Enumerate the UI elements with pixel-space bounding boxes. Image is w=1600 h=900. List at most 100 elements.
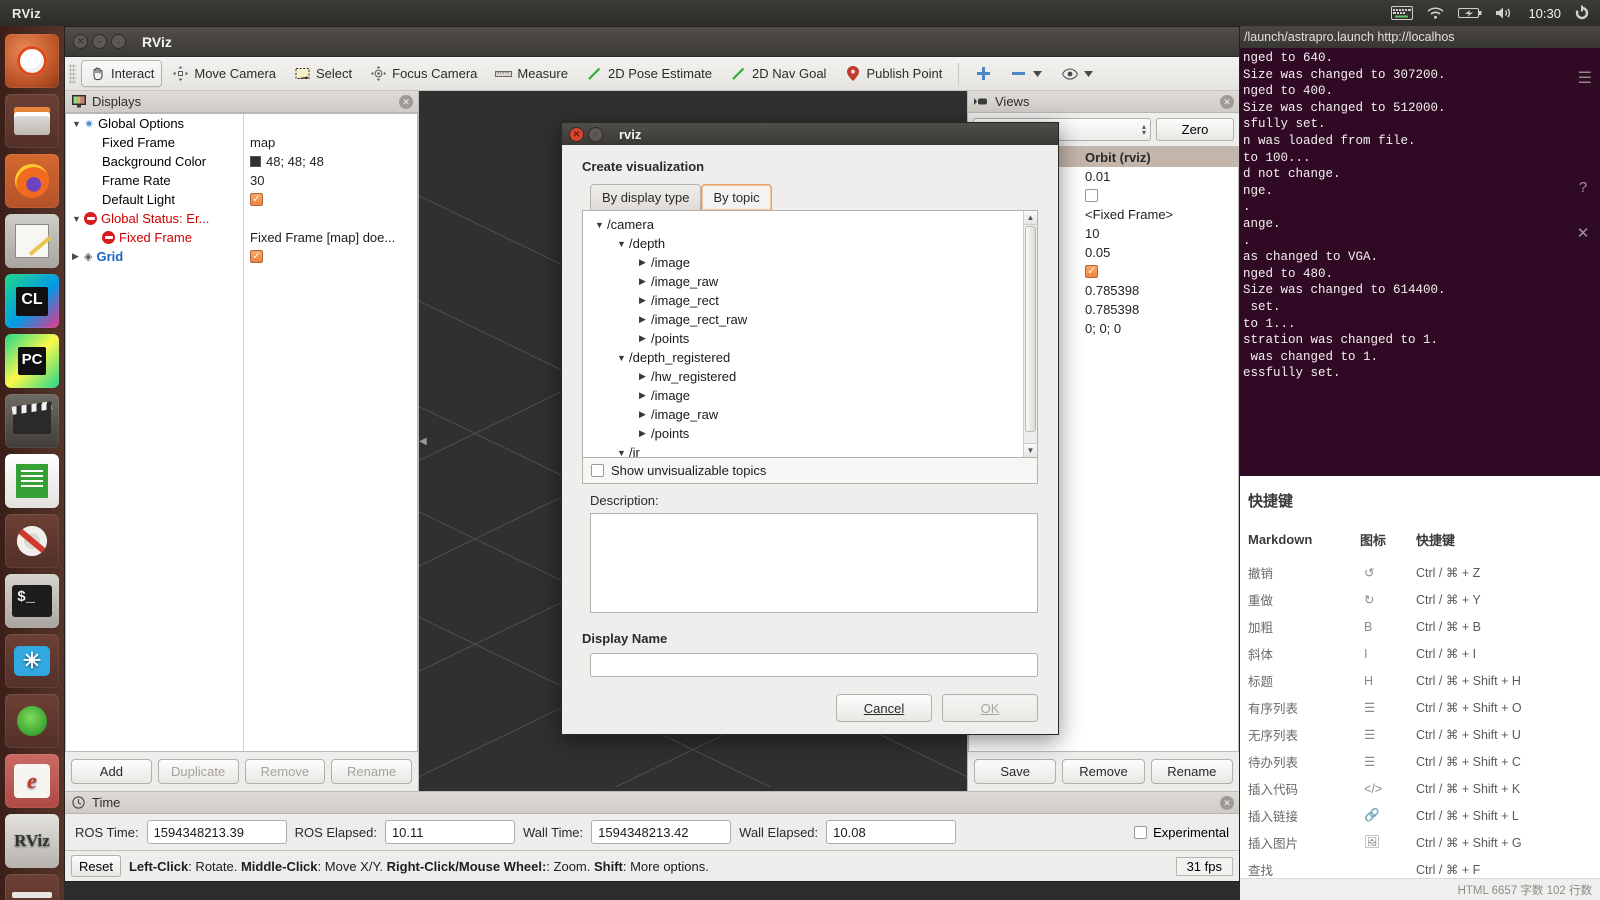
- tool-2d-nav-goal[interactable]: 2D Nav Goal: [722, 60, 834, 87]
- expand-twisty-closed-icon[interactable]: ▶: [639, 409, 651, 420]
- launcher-item-rviz[interactable]: RViz: [5, 814, 59, 868]
- panel-resize-handle[interactable]: ◀: [419, 427, 427, 455]
- duplicate-button[interactable]: Duplicate: [157, 759, 239, 784]
- terminal-output[interactable]: nged to 640. Size was changed to 307200.…: [1240, 48, 1600, 476]
- displays-row[interactable]: Default Light ✓: [66, 190, 417, 209]
- displays-row-value[interactable]: ✓: [243, 193, 417, 206]
- expand-twisty-closed-icon[interactable]: ▶: [639, 276, 651, 287]
- save-button[interactable]: Save: [974, 759, 1057, 784]
- checkbox-checked[interactable]: ✓: [250, 193, 263, 206]
- topic-tree[interactable]: ▼/camera ▼/depth ▶/image ▶/image_raw ▶/image…: [583, 211, 1023, 457]
- wifi-icon[interactable]: [1426, 6, 1445, 20]
- displays-row-value[interactable]: ✓: [243, 250, 417, 263]
- launcher-item-libreoffice-calc[interactable]: [5, 454, 59, 508]
- launcher-item-video-editor[interactable]: [5, 394, 59, 448]
- close-icon[interactable]: ✕: [1220, 94, 1234, 109]
- window-minimize-button[interactable]: −: [92, 34, 107, 49]
- launcher-item-messenger[interactable]: ✳: [5, 634, 59, 688]
- expand-twisty-open-icon[interactable]: ▼: [595, 220, 607, 230]
- chevron-down-icon[interactable]: [1083, 65, 1094, 82]
- launcher-item-system-settings[interactable]: [5, 514, 59, 568]
- expand-twisty-open-icon[interactable]: ▼: [72, 119, 84, 129]
- volume-icon[interactable]: [1495, 6, 1515, 20]
- displays-row[interactable]: ▼ ✷ Global Options: [66, 114, 417, 133]
- views-row-value[interactable]: 0.05: [1079, 243, 1238, 262]
- display-name-input[interactable]: [590, 653, 1038, 677]
- close-icon[interactable]: ✕: [1572, 222, 1594, 244]
- tool-focus-camera[interactable]: Focus Camera: [362, 60, 485, 87]
- topic-tree-item[interactable]: ▼/depth_registered: [589, 348, 1023, 367]
- wall-time-input[interactable]: 1594348213.42: [591, 820, 732, 844]
- launcher-item-firefox[interactable]: [5, 154, 59, 208]
- views-row-value[interactable]: 0.785398: [1079, 281, 1238, 300]
- launcher-item-trash[interactable]: [5, 874, 59, 900]
- launcher-item-pycharm[interactable]: PC: [5, 334, 59, 388]
- displays-row[interactable]: Background Color 48; 48; 48: [66, 152, 417, 171]
- displays-row-value[interactable]: map: [243, 135, 417, 150]
- tool-add[interactable]: [967, 60, 1000, 87]
- tool-select[interactable]: Select: [286, 60, 360, 87]
- expand-twisty-closed-icon[interactable]: ▶: [72, 251, 84, 262]
- displays-row-value[interactable]: 30: [243, 173, 417, 188]
- views-rename-button[interactable]: Rename: [1150, 759, 1233, 784]
- chevron-down-icon[interactable]: [1032, 65, 1043, 82]
- window-maximize-button[interactable]: ▫: [111, 34, 126, 49]
- spinner-arrows-icon[interactable]: ▴ ▾: [1142, 122, 1146, 136]
- checkbox-unchecked[interactable]: [1085, 189, 1098, 202]
- launcher-item-gazebo[interactable]: [5, 694, 59, 748]
- views-row-value[interactable]: 0; 0; 0: [1079, 319, 1238, 338]
- scroll-up-icon[interactable]: ▲: [1024, 211, 1037, 225]
- tool-visibility[interactable]: [1053, 60, 1102, 87]
- launcher-item-ubuntu-dash[interactable]: [5, 34, 59, 88]
- expand-twisty-closed-icon[interactable]: ▶: [639, 390, 651, 401]
- displays-row[interactable]: ▼ Global Status: Er...: [66, 209, 417, 228]
- keyboard-icon[interactable]: [1391, 6, 1414, 20]
- checkbox-checked[interactable]: ✓: [250, 250, 263, 263]
- launcher-item-files[interactable]: [5, 94, 59, 148]
- topic-tree-item[interactable]: ▶/image_raw: [589, 405, 1023, 424]
- show-unvisualizable-row[interactable]: Show unvisualizable topics: [582, 458, 1038, 484]
- tab-by-display-type[interactable]: By display type: [590, 184, 702, 210]
- window-close-button[interactable]: ✕: [73, 34, 88, 49]
- tool-interact[interactable]: Interact: [81, 60, 163, 87]
- topic-tree-item[interactable]: ▼/depth: [589, 234, 1023, 253]
- displays-row[interactable]: ▶ ◈ Grid ✓: [66, 247, 417, 266]
- reset-button[interactable]: Reset: [71, 855, 121, 877]
- ok-button[interactable]: OK: [942, 694, 1038, 722]
- tool-move-camera[interactable]: Move Camera: [164, 60, 284, 87]
- zero-button[interactable]: Zero: [1156, 118, 1234, 141]
- tool-2d-pose-estimate[interactable]: 2D Pose Estimate: [578, 60, 720, 87]
- topic-tree-item[interactable]: ▶/hw_registered: [589, 367, 1023, 386]
- scrollbar-thumb[interactable]: [1025, 226, 1036, 432]
- topic-tree-box[interactable]: ▼/camera ▼/depth ▶/image ▶/image_raw ▶/image…: [582, 210, 1038, 458]
- displays-row[interactable]: Frame Rate 30: [66, 171, 417, 190]
- expand-twisty-closed-icon[interactable]: ▶: [639, 257, 651, 268]
- checkbox-checked[interactable]: ✓: [1085, 265, 1098, 278]
- ros-elapsed-input[interactable]: 10.11: [384, 820, 515, 844]
- tool-measure[interactable]: Measure: [487, 60, 576, 87]
- views-row-value[interactable]: 0.785398: [1079, 300, 1238, 319]
- toolbar-grip[interactable]: [69, 63, 76, 84]
- tool-remove[interactable]: [1002, 60, 1051, 87]
- topic-tree-item[interactable]: ▼/ir: [589, 443, 1023, 457]
- displays-row[interactable]: Fixed Frame Fixed Frame [map] doe...: [66, 228, 417, 247]
- views-row-value[interactable]: <Fixed Frame>: [1079, 205, 1238, 224]
- views-row-value[interactable]: ✓: [1079, 262, 1238, 281]
- expand-twisty-open-icon[interactable]: ▼: [617, 239, 629, 249]
- dialog-close-button[interactable]: ✕: [569, 126, 584, 142]
- power-gear-icon[interactable]: [1574, 5, 1590, 21]
- displays-row-value[interactable]: 48; 48; 48: [243, 154, 417, 169]
- expand-twisty-closed-icon[interactable]: ▶: [639, 295, 651, 306]
- topic-tree-item[interactable]: ▶/image_rect_raw: [589, 310, 1023, 329]
- add-button[interactable]: Add: [71, 759, 152, 784]
- topic-scrollbar[interactable]: ▲ ▼: [1023, 211, 1037, 457]
- views-remove-button[interactable]: Remove: [1062, 759, 1145, 784]
- expand-twisty-closed-icon[interactable]: ▶: [639, 428, 651, 439]
- show-unvisualizable-checkbox[interactable]: [591, 464, 604, 477]
- topic-tree-item[interactable]: ▶/image_rect: [589, 291, 1023, 310]
- topic-tree-item[interactable]: ▶/image: [589, 253, 1023, 272]
- views-row-value[interactable]: 0.01: [1079, 167, 1238, 186]
- topic-tree-item[interactable]: ▶/image_raw: [589, 272, 1023, 291]
- tool-publish-point[interactable]: Publish Point: [836, 60, 950, 87]
- topic-tree-item[interactable]: ▶/points: [589, 424, 1023, 443]
